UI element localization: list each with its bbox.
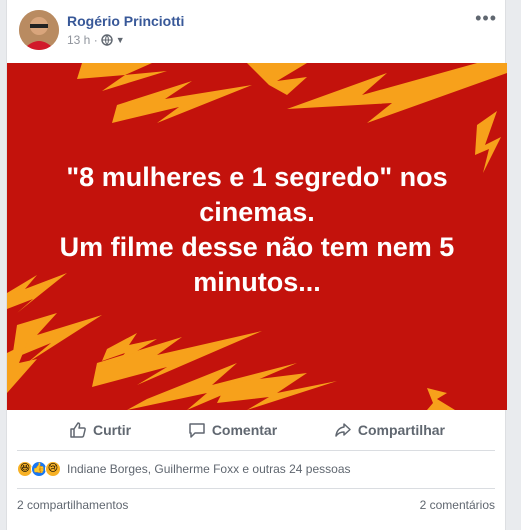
share-icon [335,423,351,437]
comment-label: Comentar [211,422,278,438]
post-card: Rogério Princiotti 13 h · ▼ ••• "8 mulhe… [6,0,507,530]
reaction-icons[interactable]: 😆 👍 😢 [17,461,61,477]
author-avatar[interactable] [19,10,59,50]
banner-line-1: "8 mulheres e 1 segredo" nos cinemas. [66,162,448,227]
share-label: Compartilhar [357,422,445,438]
shares-count[interactable]: 2 compartilhamentos [17,498,128,512]
post-actions: Curtir Comentar Compartilhar [17,412,497,448]
globe-icon[interactable] [100,34,113,46]
like-label: Curtir [93,422,132,438]
banner-text: "8 mulheres e 1 segredo" nos cinemas. Um… [7,160,507,300]
post-banner[interactable]: "8 mulheres e 1 segredo" nos cinemas. Um… [7,63,507,410]
sad-icon: 😢 [45,461,61,477]
divider [17,450,495,451]
post-time[interactable]: 13 h · [67,33,98,47]
post-header: Rogério Princiotti 13 h · ▼ ••• [19,9,499,54]
reactions-summary[interactable]: 😆 👍 😢 Indiane Borges, Guilherme Foxx e o… [17,458,351,480]
comment-button[interactable]: Comentar [188,421,277,439]
more-options-button[interactable]: ••• [475,9,497,27]
divider [17,488,495,489]
reaction-names[interactable]: Indiane Borges, Guilherme Foxx e outras … [67,462,351,476]
chevron-down-icon[interactable]: ▼ [116,35,125,45]
post-meta: 13 h · ▼ [67,33,125,47]
author-name[interactable]: Rogério Princiotti [67,13,184,29]
thumbs-up-icon [70,422,86,438]
banner-line-2: Um filme desse não tem nem 5 minutos... [59,232,455,297]
post-footer: 2 compartilhamentos 2 comentários [17,498,495,512]
comments-count[interactable]: 2 comentários [420,498,495,512]
share-button[interactable]: Compartilhar [334,421,445,439]
avatar-image [19,10,59,50]
comment-icon [189,423,205,438]
like-button[interactable]: Curtir [69,421,131,439]
